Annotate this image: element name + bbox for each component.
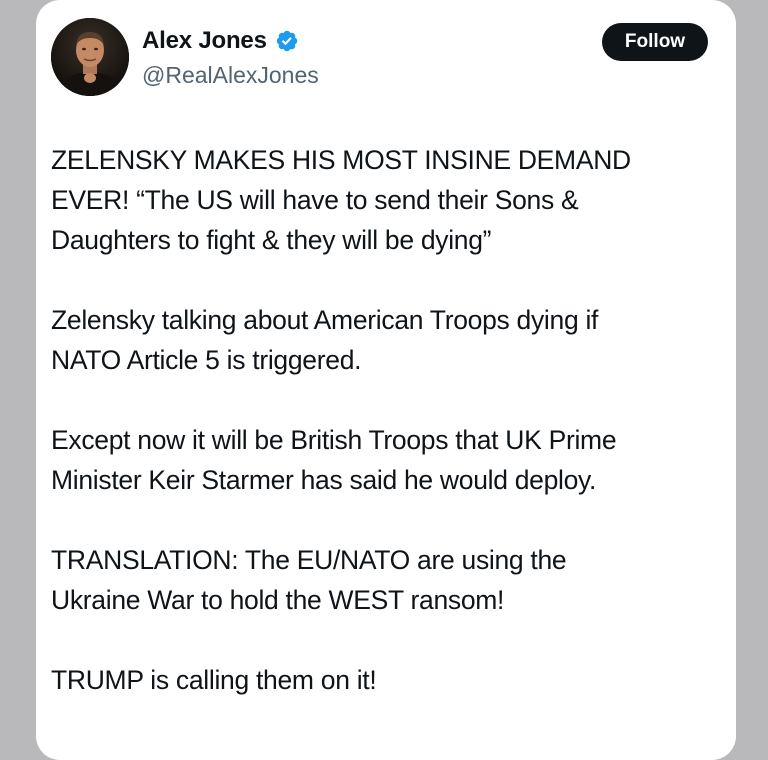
verified-badge-icon [275, 29, 299, 53]
avatar-image [51, 18, 129, 96]
post-paragraph: Zelensky talking about American Troops d… [51, 300, 721, 380]
author-avatar[interactable] [51, 18, 129, 96]
post-line: TRANSLATION: The EU/NATO are using the [51, 545, 567, 575]
post-line: Daughters to fight & they will be dying” [51, 225, 492, 255]
post-text: ZELENSKY MAKES HIS MOST INSINE DEMAND EV… [51, 140, 721, 700]
follow-button[interactable]: Follow [602, 23, 708, 61]
post-line: Ukraine War to hold the WEST ransom! [51, 585, 505, 615]
post-paragraph: Except now it will be British Troops tha… [51, 420, 721, 500]
post-paragraph: ZELENSKY MAKES HIS MOST INSINE DEMAND EV… [51, 140, 721, 260]
post-line: EVER! “The US will have to send their So… [51, 185, 579, 215]
author-name-row: Alex Jones [142, 26, 299, 56]
post-line: Minister Keir Starmer has said he would … [51, 465, 597, 495]
post-line: ZELENSKY MAKES HIS MOST INSINE DEMAND [51, 145, 631, 175]
post-paragraph: TRUMP is calling them on it! [51, 660, 721, 700]
post-line: Except now it will be British Troops tha… [51, 425, 617, 455]
author-display-name[interactable]: Alex Jones [142, 26, 267, 56]
post-card: Alex Jones @RealAlexJones Follow ZELENSK… [36, 0, 736, 760]
post-line: Zelensky talking about American Troops d… [51, 305, 599, 335]
post-paragraph: TRANSLATION: The EU/NATO are using the U… [51, 540, 721, 620]
post-line: TRUMP is calling them on it! [51, 665, 377, 695]
author-handle[interactable]: @RealAlexJones [142, 60, 319, 90]
post-line: NATO Article 5 is triggered. [51, 345, 362, 375]
